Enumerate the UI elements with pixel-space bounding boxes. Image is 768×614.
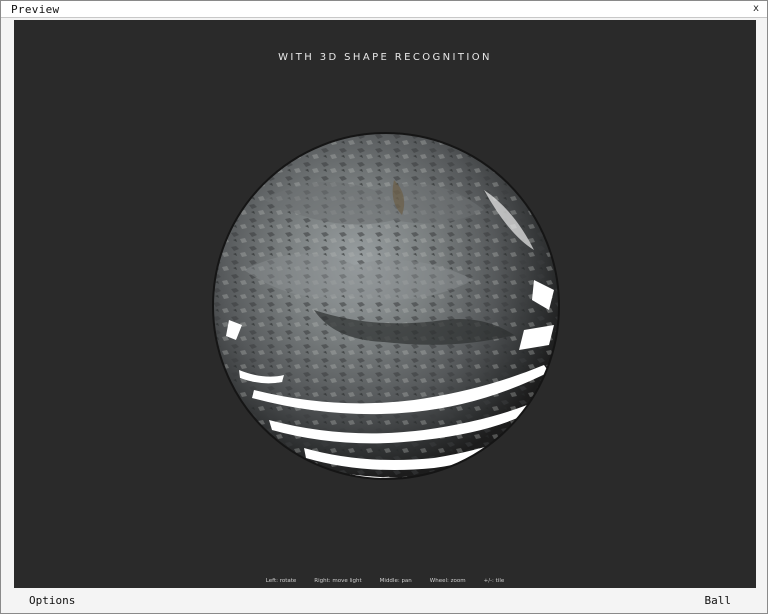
rock-texture [213,133,559,479]
bottom-bar: Options Ball [1,589,767,613]
hint-middle: Middle: pan [379,578,412,584]
control-hints: Left: rotate Right: move light Middle: p… [14,578,756,588]
title-bar: Preview x [1,1,767,18]
hint-wheel: Wheel: zoom [429,578,466,584]
window-title: Preview [11,3,60,16]
close-icon[interactable]: x [749,2,763,15]
shape-selector-button[interactable]: Ball [705,594,732,607]
hint-right: Right: move light [314,578,362,584]
hint-tile: +/-: tile [483,578,505,584]
options-button[interactable]: Options [29,594,75,607]
rock-sphere[interactable] [14,20,756,588]
preview-window: Preview x WITH 3d SHAPE RECOGNITION [0,0,768,614]
hint-left: Left: rotate [265,578,297,584]
3d-preview-viewport[interactable]: WITH 3d SHAPE RECOGNITION [14,20,756,588]
